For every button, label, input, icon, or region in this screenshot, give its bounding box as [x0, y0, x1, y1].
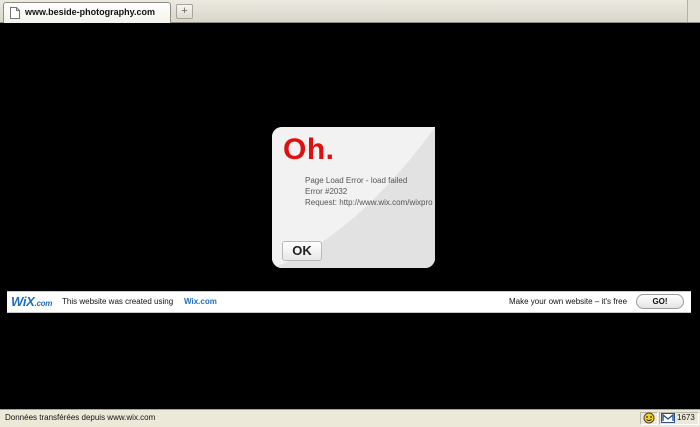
error-heading: Oh. [283, 133, 335, 166]
error-message: Page Load Error - load failed Error #203… [305, 175, 433, 208]
smiley-icon[interactable] [642, 412, 656, 424]
tab-title: www.beside-photography.com [25, 7, 156, 17]
wix-logo[interactable]: WiX.com [11, 294, 52, 309]
mail-icon[interactable] [661, 412, 675, 424]
make-website-text: Make your own website – it's free [509, 297, 628, 306]
go-button[interactable]: GO! [636, 294, 684, 309]
page-icon [10, 7, 20, 19]
wix-link[interactable]: Wix.com [184, 297, 217, 306]
tab-strip-edge [687, 0, 700, 22]
tab-strip: www.beside-photography.com + [0, 0, 700, 23]
new-tab-icon: + [181, 5, 188, 17]
created-with-text: This website was created using [62, 297, 174, 306]
wix-logo-text: WiX [11, 294, 35, 309]
wix-banner: WiX.com This website was created using W… [7, 291, 691, 313]
error-dialog: Oh. Page Load Error - load failed Error … [272, 127, 435, 268]
status-text: Données transférées depuis www.wix.com [5, 413, 156, 422]
status-bar: Données transférées depuis www.wix.com 1… [0, 409, 700, 427]
new-tab-button[interactable]: + [176, 4, 193, 19]
wix-logo-suffix: .com [34, 299, 53, 308]
tab-active[interactable]: www.beside-photography.com [3, 2, 171, 23]
page-viewport: Oh. Page Load Error - load failed Error … [0, 23, 700, 409]
ok-button[interactable]: OK [282, 241, 322, 261]
error-line: Request: http://www.wix.com/wixpro [305, 198, 433, 207]
error-line: Page Load Error - load failed [305, 176, 408, 185]
mail-count: 1673 [677, 413, 695, 422]
error-line: Error #2032 [305, 187, 348, 196]
